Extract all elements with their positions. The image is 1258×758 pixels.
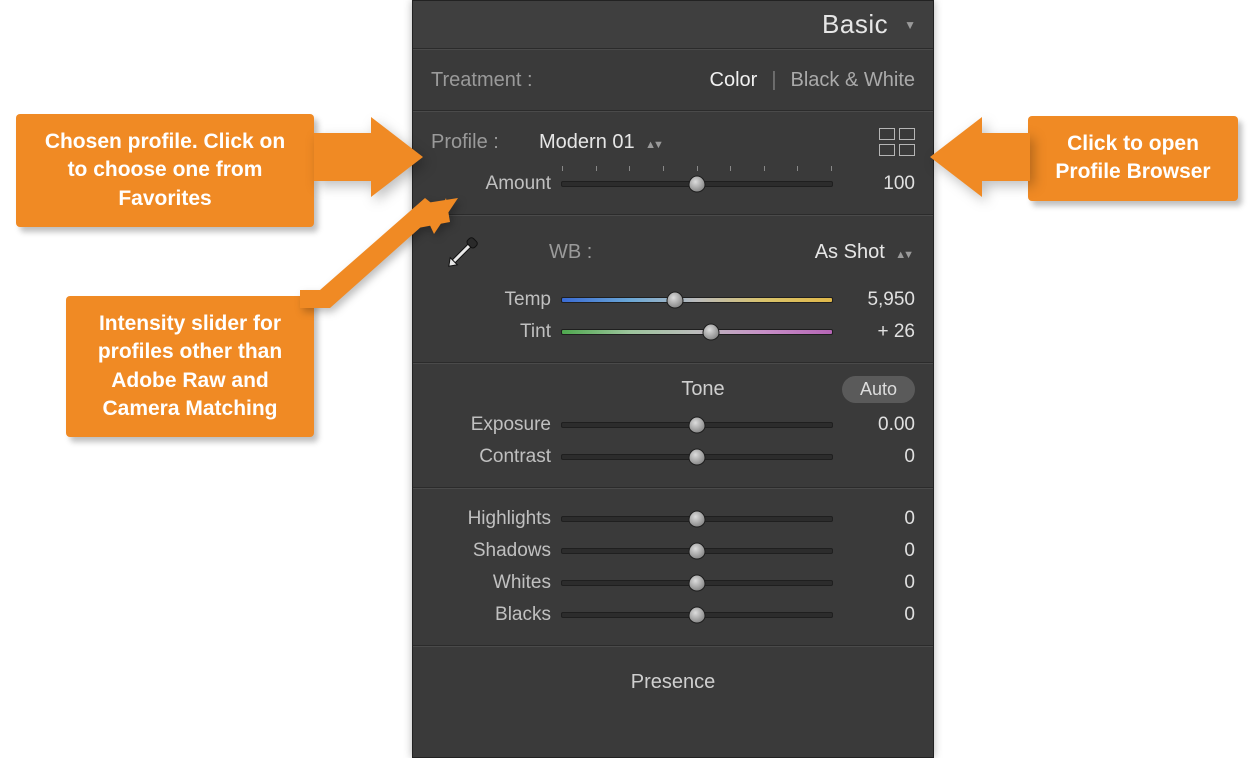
highlights-value[interactable]: 0 <box>843 508 915 530</box>
profile-browser-button[interactable] <box>879 128 915 156</box>
slider-thumb[interactable] <box>689 417 706 434</box>
slider-thumb[interactable] <box>689 511 706 528</box>
callout-profile-chosen: Chosen profile. Click on to choose one f… <box>16 114 314 227</box>
tone-sliders-section: Highlights 0 Shadows 0 Whites 0 Blacks <box>413 488 933 646</box>
slider-thumb[interactable] <box>689 543 706 560</box>
arrow-icon <box>930 117 1030 197</box>
amount-value[interactable]: 100 <box>843 173 915 195</box>
amount-slider[interactable] <box>561 173 833 195</box>
panel-collapse-icon[interactable]: ▼ <box>904 18 915 32</box>
shadows-slider[interactable] <box>561 540 833 562</box>
tone-title: Tone <box>681 378 724 401</box>
slider-thumb[interactable] <box>689 607 706 624</box>
grid-icon <box>899 144 915 156</box>
highlights-slider[interactable] <box>561 508 833 530</box>
wb-label: WB : <box>549 241 592 264</box>
arrow-icon <box>314 117 424 197</box>
panel-title: Basic <box>822 9 888 40</box>
exposure-slider[interactable] <box>561 414 833 436</box>
grid-icon <box>899 128 915 140</box>
slider-thumb[interactable] <box>702 324 719 341</box>
slider-thumb[interactable] <box>689 449 706 466</box>
wb-value: As Shot <box>815 241 885 263</box>
basic-panel: Basic ▼ Treatment : Color | Black & Whit… <box>412 0 934 758</box>
arrow-icon <box>300 198 460 318</box>
shadows-value[interactable]: 0 <box>843 540 915 562</box>
presence-section: Presence <box>413 646 933 708</box>
tint-slider[interactable] <box>561 321 833 343</box>
grid-icon <box>879 144 895 156</box>
treatment-label: Treatment : <box>431 69 533 92</box>
profile-value: Modern 01 <box>539 131 635 153</box>
tint-value[interactable]: + 26 <box>843 321 915 343</box>
dropdown-icon: ▲▼ <box>895 249 911 261</box>
callout-amount-slider: Intensity slider for profiles other than… <box>66 296 314 437</box>
callout-profile-browser: Click to open Profile Browser <box>1028 116 1238 201</box>
whites-label: Whites <box>431 572 551 594</box>
profile-label: Profile : <box>431 131 521 154</box>
contrast-slider[interactable] <box>561 446 833 468</box>
contrast-value[interactable]: 0 <box>843 446 915 468</box>
treatment-bw[interactable]: Black & White <box>791 69 915 92</box>
highlights-label: Highlights <box>431 508 551 530</box>
whites-slider[interactable] <box>561 572 833 594</box>
profile-section: Profile : Modern 01 ▲▼ Amount 100 <box>413 111 933 215</box>
whites-value[interactable]: 0 <box>843 572 915 594</box>
presence-title: Presence <box>431 661 915 694</box>
contrast-label: Contrast <box>431 446 551 468</box>
shadows-label: Shadows <box>431 540 551 562</box>
panel-header: Basic ▼ <box>413 1 933 49</box>
dropdown-icon: ▲▼ <box>645 139 661 151</box>
profile-dropdown[interactable]: Modern 01 ▲▼ <box>539 131 661 154</box>
blacks-slider[interactable] <box>561 604 833 626</box>
exposure-value[interactable]: 0.00 <box>843 414 915 436</box>
temp-value[interactable]: 5,950 <box>843 289 915 311</box>
treatment-section: Treatment : Color | Black & White <box>413 49 933 111</box>
wb-dropdown[interactable]: As Shot ▲▼ <box>815 241 911 264</box>
slider-thumb[interactable] <box>689 176 706 193</box>
slider-thumb[interactable] <box>689 575 706 592</box>
grid-icon <box>879 128 895 140</box>
tone-section: Tone Auto Exposure 0.00 Contrast 0 <box>413 363 933 488</box>
temp-slider[interactable] <box>561 289 833 311</box>
wb-section: WB : As Shot ▲▼ Temp 5,950 Tint <box>413 215 933 363</box>
blacks-label: Blacks <box>431 604 551 626</box>
tint-label: Tint <box>431 321 551 343</box>
treatment-color[interactable]: Color <box>710 69 758 92</box>
blacks-value[interactable]: 0 <box>843 604 915 626</box>
amount-label: Amount <box>431 173 551 195</box>
auto-button[interactable]: Auto <box>842 376 915 403</box>
divider: | <box>771 69 776 92</box>
exposure-label: Exposure <box>431 414 551 436</box>
slider-thumb[interactable] <box>667 292 684 309</box>
